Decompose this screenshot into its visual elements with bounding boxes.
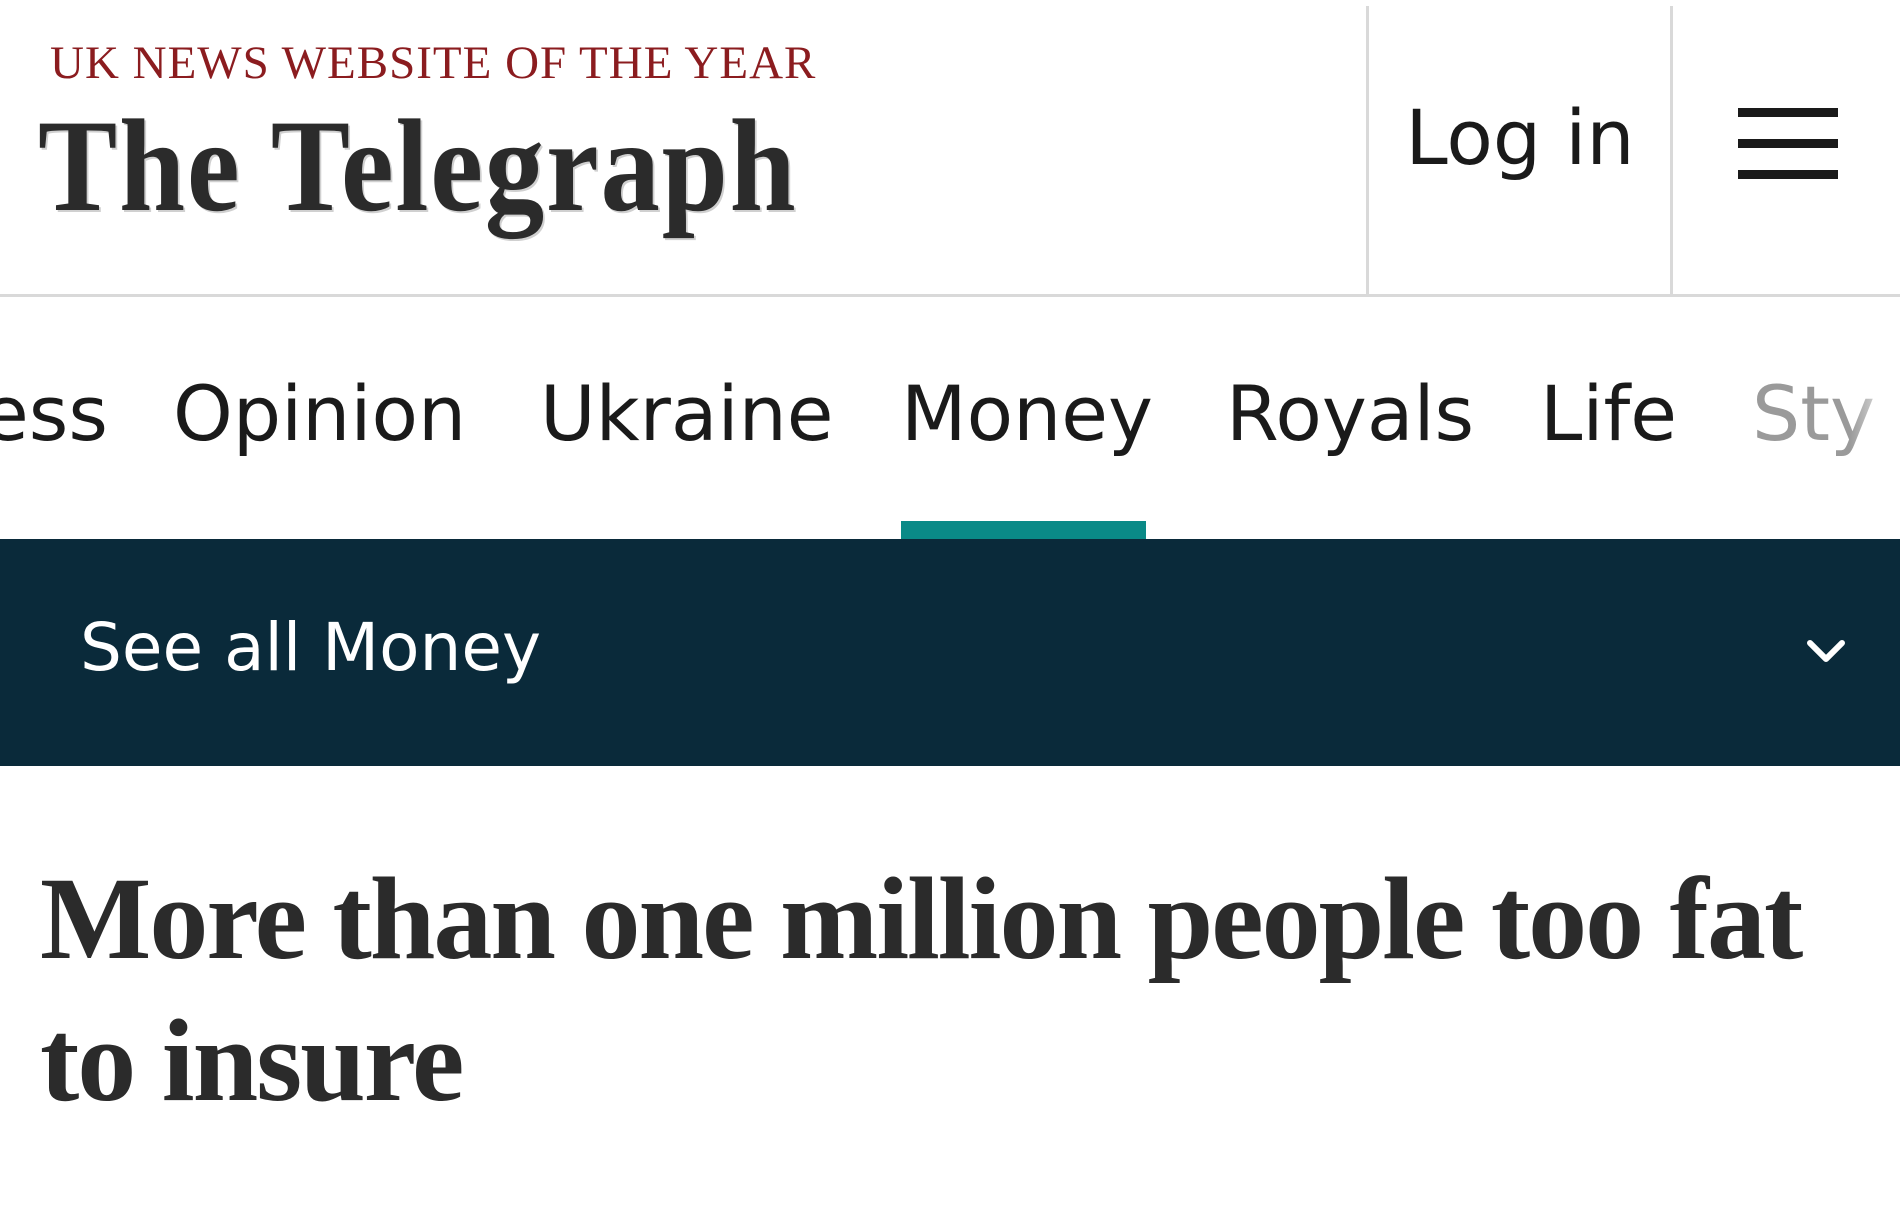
article-headline: More than one million people too fat to … (40, 853, 1803, 1126)
active-tab-indicator (901, 521, 1146, 539)
nav-item-business[interactable]: ess (0, 369, 108, 458)
header-divider (1366, 6, 1369, 294)
see-all-money-bar[interactable]: See all Money (0, 539, 1900, 766)
login-button[interactable]: Log in (1370, 0, 1670, 294)
nav-item-money[interactable]: Money (901, 369, 1153, 458)
nav-item-opinion[interactable]: Opinion (173, 369, 466, 458)
site-header: UK NEWS WEBSITE OF THE YEAR The Telegrap… (0, 0, 1900, 297)
section-nav: ess Opinion Ukraine Money Royals Life St… (0, 297, 1900, 539)
nav-item-ukraine[interactable]: Ukraine (540, 369, 834, 458)
nav-item-life[interactable]: Life (1540, 369, 1677, 458)
header-divider (1670, 6, 1673, 294)
see-all-label: See all Money (80, 609, 542, 686)
nav-item-royals[interactable]: Royals (1226, 369, 1474, 458)
telegraph-logo[interactable]: The Telegraph (38, 100, 797, 232)
hamburger-menu-icon (1737, 108, 1838, 180)
chevron-down-icon[interactable] (1804, 629, 1848, 673)
tagline: UK NEWS WEBSITE OF THE YEAR (50, 37, 817, 89)
nav-fade-overlay (1850, 297, 1900, 539)
menu-button[interactable] (1675, 0, 1900, 294)
